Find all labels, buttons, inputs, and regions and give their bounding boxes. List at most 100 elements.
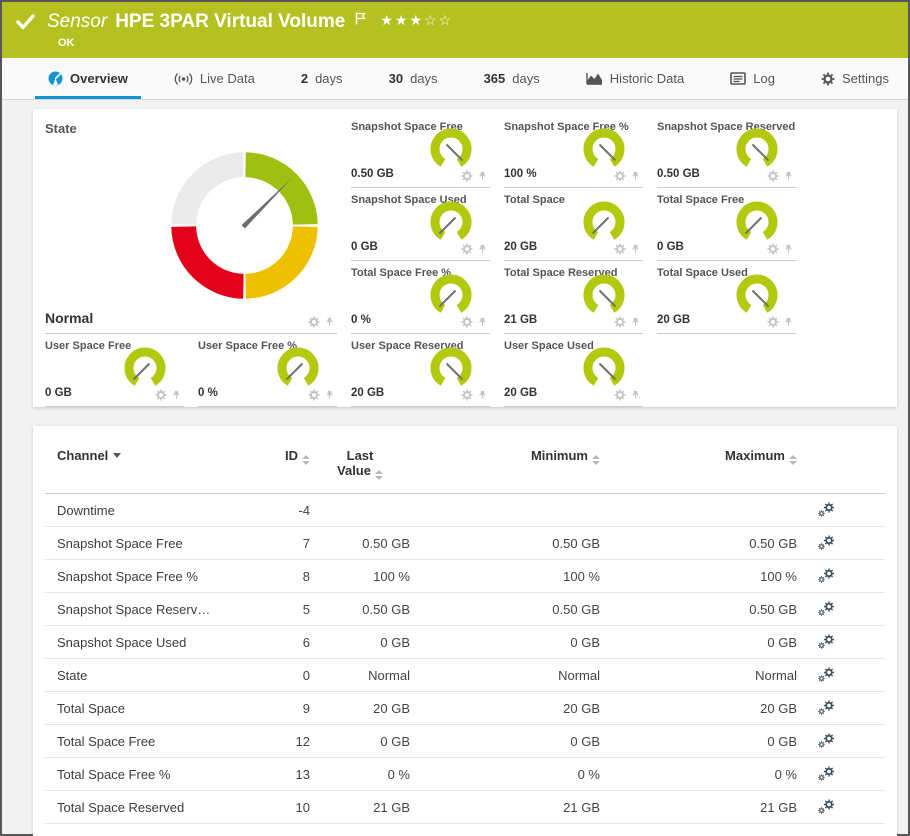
tab-365-days[interactable]: 365 days — [471, 58, 553, 99]
cell-maximum: 21 GB — [600, 790, 797, 824]
channel-settings-icon[interactable] — [818, 699, 835, 717]
pin-icon[interactable] — [171, 389, 182, 401]
gear-icon[interactable] — [308, 389, 320, 401]
pin-icon[interactable] — [324, 316, 335, 328]
gauge-tile: Total Space Reserved 21 GB — [504, 261, 643, 334]
pin-icon[interactable] — [477, 389, 488, 401]
gear-icon[interactable] — [308, 316, 320, 328]
pin-icon[interactable] — [477, 243, 488, 255]
pin-icon[interactable] — [477, 316, 488, 328]
column-header-channel[interactable]: Channel — [45, 426, 245, 494]
gauge-value: 0 % — [351, 314, 371, 326]
gear-icon[interactable] — [461, 243, 473, 255]
pin-icon[interactable] — [783, 243, 794, 255]
gauge-tile: User Space Reserved 20 GB — [351, 334, 490, 407]
pin-icon[interactable] — [783, 170, 794, 182]
channel-settings-icon[interactable] — [818, 567, 835, 585]
gauge-dial — [124, 347, 166, 386]
cell-channel: Snapshot Space Used — [45, 625, 245, 659]
gauge-value: 100 % — [504, 168, 537, 180]
column-header-id[interactable]: ID — [245, 426, 310, 494]
gear-icon[interactable] — [614, 243, 626, 255]
cell-settings — [797, 493, 885, 527]
pin-icon[interactable] — [630, 316, 641, 328]
cell-maximum: 0 % — [600, 757, 797, 791]
cell-channel: Total Space Free % — [45, 757, 245, 791]
gear-icon[interactable] — [614, 316, 626, 328]
cell-last-value: 21 GB — [310, 790, 410, 824]
pin-icon[interactable] — [324, 389, 335, 401]
tab-2-days[interactable]: 2 days — [288, 58, 356, 99]
pin-icon[interactable] — [630, 170, 641, 182]
table-row: State 0 Normal Normal Normal — [45, 658, 885, 692]
status-check-icon — [16, 14, 35, 30]
channel-settings-icon[interactable] — [818, 600, 835, 618]
gauge-dial — [736, 201, 778, 240]
cell-last-value: 20 GB — [310, 691, 410, 725]
gauge-dial — [736, 128, 778, 167]
cell-settings — [797, 625, 885, 659]
cell-maximum — [600, 493, 797, 527]
gear-icon[interactable] — [614, 170, 626, 182]
gauge-needle — [599, 290, 616, 307]
tab-settings[interactable]: Settings — [808, 58, 902, 99]
sort-icon — [592, 455, 600, 465]
pin-icon[interactable] — [477, 170, 488, 182]
channel-settings-icon[interactable] — [818, 633, 835, 651]
channel-settings-icon[interactable] — [818, 765, 835, 783]
gauge-needle — [752, 144, 769, 161]
cell-settings — [797, 658, 885, 692]
cell-channel: Snapshot Space Reserv… — [45, 592, 245, 626]
table-row: Total Space Free 12 0 GB 0 GB 0 GB — [45, 724, 885, 758]
channel-settings-icon[interactable] — [818, 666, 835, 684]
pin-icon[interactable] — [630, 243, 641, 255]
tab-30-days[interactable]: 30 days — [376, 58, 451, 99]
column-header-last-value[interactable]: Last Value — [310, 426, 410, 494]
cell-channel: Total Space — [45, 691, 245, 725]
gear-icon[interactable] — [767, 243, 779, 255]
pin-icon[interactable] — [630, 389, 641, 401]
gauge-value: 0.50 GB — [657, 168, 700, 180]
tab-live-data[interactable]: Live Data — [161, 58, 268, 99]
gauge-tile: Total Space 20 GB — [504, 188, 643, 261]
gauge-tile: Total Space Free 0 GB — [657, 188, 796, 261]
state-gauge-dial — [171, 152, 318, 299]
tab-log[interactable]: Log — [717, 58, 788, 99]
sensor-tabbar: Overview Live Data 2 days 30 days 365 da… — [2, 58, 908, 100]
gear-icon[interactable] — [767, 316, 779, 328]
cell-minimum: 20 GB — [410, 691, 600, 725]
gear-icon[interactable] — [461, 170, 473, 182]
channel-settings-icon[interactable] — [818, 732, 835, 750]
cell-minimum: 0 GB — [410, 724, 600, 758]
priority-stars[interactable]: ★★★☆☆ — [380, 12, 453, 29]
cell-settings — [797, 526, 885, 560]
column-header-minimum[interactable]: Minimum — [410, 426, 600, 494]
tab-overview[interactable]: Overview — [35, 58, 141, 99]
gauge-tile: Total Space Used 20 GB — [657, 261, 796, 334]
gauge-value: 0 GB — [351, 241, 378, 253]
tab-historic-data[interactable]: Historic Data — [573, 58, 697, 99]
gauge-tile: Snapshot Space Free % 100 % — [504, 115, 643, 188]
sensor-header: Sensor HPE 3PAR Virtual Volume ★★★☆☆ OK — [2, 2, 908, 58]
gear-icon[interactable] — [461, 389, 473, 401]
cell-id: 0 — [245, 658, 310, 692]
cell-id: 10 — [245, 790, 310, 824]
cell-minimum: 0.50 GB — [410, 526, 600, 560]
flag-icon[interactable] — [355, 12, 367, 25]
channel-settings-icon[interactable] — [818, 798, 835, 816]
channel-settings-icon[interactable] — [818, 501, 835, 519]
cell-last-value — [310, 493, 410, 527]
cell-maximum: 0 GB — [600, 625, 797, 659]
sort-icon — [374, 470, 383, 480]
gauge-needle — [599, 363, 616, 380]
pin-icon[interactable] — [783, 316, 794, 328]
gear-icon[interactable] — [614, 389, 626, 401]
channel-settings-icon[interactable] — [818, 534, 835, 552]
cell-maximum: Normal — [600, 658, 797, 692]
gear-icon[interactable] — [155, 389, 167, 401]
gear-icon[interactable] — [461, 316, 473, 328]
column-header-maximum[interactable]: Maximum — [600, 426, 797, 494]
gear-icon[interactable] — [767, 170, 779, 182]
cell-settings — [797, 559, 885, 593]
historic-chart-icon — [586, 73, 602, 85]
